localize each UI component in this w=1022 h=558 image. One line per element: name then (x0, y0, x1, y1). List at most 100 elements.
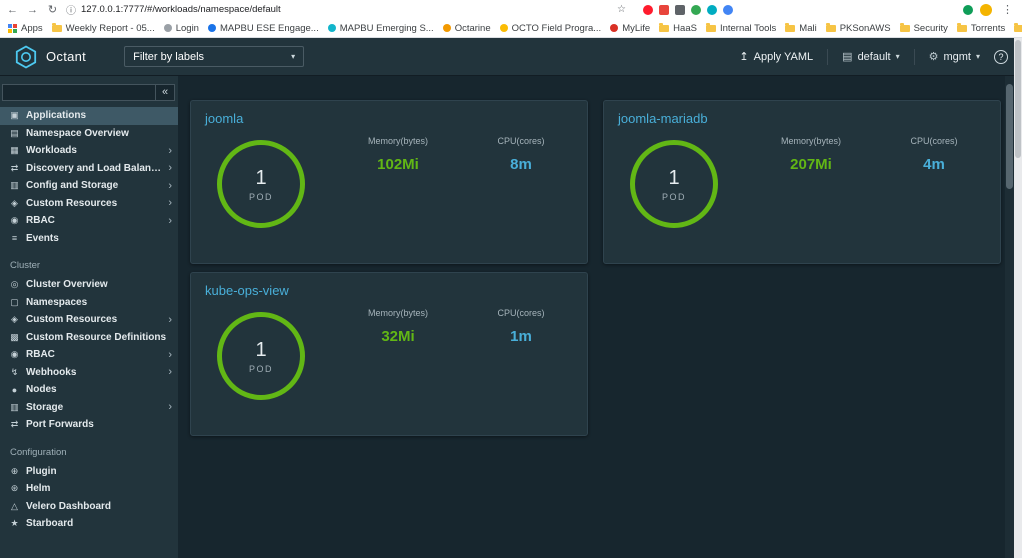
sidebar-collapse-button[interactable]: « (155, 84, 175, 101)
extension-icon[interactable] (707, 4, 717, 15)
bookmark-weekly-report-05[interactable]: Weekly Report - 05... (51, 22, 155, 34)
bookmark-mapbu-emerging-s[interactable]: MAPBU Emerging S... (327, 22, 434, 34)
bookmark-apps[interactable]: Apps (8, 23, 43, 34)
favicon (327, 24, 336, 32)
sidebar-item-helm[interactable]: ⊛ Helm (0, 480, 178, 498)
memory-label: Memory(bytes) (780, 136, 841, 146)
sidebar-item-events[interactable]: ≡ Events (0, 230, 178, 248)
sidebar-item-velero-dashboard[interactable]: △ Velero Dashboard (0, 498, 178, 516)
starboard-icon: ★ (10, 518, 19, 529)
back-icon[interactable]: ← (6, 4, 19, 16)
sidebar-item-label: Plugin (26, 465, 57, 477)
apply-yaml-label: Apply YAML (753, 50, 814, 63)
workload-card-title[interactable]: kube-ops-view (205, 283, 573, 298)
sidebar-item-applications[interactable]: ▣ Applications (0, 107, 178, 125)
bookmark-internal-tools[interactable]: Internal Tools (705, 22, 776, 34)
bookmark-mapbu-ese-engage[interactable]: MAPBU ESE Engage... (207, 23, 319, 34)
pod-donut-chart: 1 POD (630, 140, 718, 228)
bookmark-octarine[interactable]: Octarine (442, 23, 491, 34)
sidebar-item-port-forwards[interactable]: ⇄ Port Forwards (0, 416, 178, 434)
sidebar-item-cluster-overview[interactable]: ◎ Cluster Overview (0, 276, 178, 294)
sidebar-filter-input[interactable] (2, 84, 155, 101)
bookmark-star-icon[interactable]: ☆ (617, 4, 626, 15)
filter-by-labels-select[interactable]: Filter by labels ▾ (124, 46, 305, 67)
extension-icon[interactable] (659, 4, 669, 15)
sidebar-item-plugin[interactable]: ⊕ Plugin (0, 463, 178, 481)
bookmark-octo-field-progra[interactable]: OCTO Field Progra... (499, 23, 601, 34)
sidebar-item-namespaces[interactable]: ▢ Namespaces (0, 294, 178, 312)
sidebar-item-label: Custom Resources (26, 314, 118, 326)
sidebar-item-label: Storage (26, 401, 64, 413)
upload-icon: ↥ (739, 51, 749, 63)
sidebar-item-webhooks[interactable]: ↯ Webhooks › (0, 364, 178, 382)
sidebar-item-custom-resource-definitions[interactable]: ▩ Custom Resource Definitions (0, 329, 178, 347)
app-name: Octant (46, 49, 87, 64)
sidebar-item-namespace-overview[interactable]: ▤ Namespace Overview (0, 125, 178, 143)
bookmark-login[interactable]: Login (163, 22, 199, 34)
extension-icon[interactable] (691, 4, 701, 15)
sidebar-item-custom-resources[interactable]: ◈ Custom Resources › (0, 195, 178, 213)
context-icon: ⚙ (928, 51, 939, 63)
browser-toolbar: ← → ↻ ⓘ 127.0.0.1:7777/#/workloads/names… (0, 0, 1022, 19)
nodes-icon: ● (11, 384, 18, 395)
sidebar-item-storage[interactable]: ▥ Storage › (0, 399, 178, 417)
bookmarks-bar: Apps Weekly Report - 05... Login MAPBU ESE … (0, 19, 1022, 38)
bookmark-label: PKSonAWS (839, 22, 891, 34)
extension-icon[interactable] (723, 4, 733, 15)
octant-header: Octant Filter by labels ▾ ↥ Apply YAML ▤… (0, 38, 1022, 76)
chevron-right-icon: › (168, 313, 172, 326)
sidebar-item-custom-resources[interactable]: ◈ Custom Resources › (0, 311, 178, 329)
help-icon: ? (998, 51, 1004, 62)
bookmark-mylife[interactable]: MyLife (610, 23, 650, 34)
sidebar-item-nodes[interactable]: ● Nodes (0, 381, 178, 399)
extension-icon[interactable] (963, 4, 973, 15)
sidebar-item-rbac[interactable]: ◉ RBAC › (0, 346, 178, 364)
content-scrollbar[interactable] (1005, 76, 1014, 558)
extension-icon[interactable] (675, 4, 685, 15)
forward-icon[interactable]: → (26, 4, 39, 16)
folder-icon (899, 22, 910, 32)
bookmark-label: MyLife (622, 22, 651, 34)
context-dropdown[interactable]: ⚙ mgmt ▾ (928, 50, 980, 64)
workload-card-kube-ops-view: kube-ops-view 1 POD Memory(bytes) 32Mi CPU(co… (190, 272, 588, 436)
extension-icon[interactable] (643, 4, 653, 15)
address-bar[interactable]: ⓘ 127.0.0.1:7777/#/workloads/namespace/d… (66, 2, 626, 17)
bookmark-label: Login (175, 22, 199, 34)
page-info-icon[interactable]: ⓘ (66, 2, 76, 17)
cpu-value: 4m (923, 156, 945, 173)
apply-yaml-button[interactable]: ↥ Apply YAML (739, 50, 814, 64)
bookmark-label: MAPBU Emerging S... (339, 22, 434, 34)
workload-card-title[interactable]: joomla-mariadb (618, 111, 986, 126)
chevron-down-icon: ▾ (975, 52, 980, 61)
sidebar-item-rbac[interactable]: ◉ RBAC › (0, 212, 178, 230)
namespace-dropdown[interactable]: ▤ default ▾ (842, 50, 899, 64)
bookmark-security[interactable]: Security (899, 22, 948, 34)
sidebar-item-starboard[interactable]: ★ Starboard (0, 515, 178, 533)
browser-menu-icon[interactable]: ⋮ (999, 3, 1016, 16)
workload-card-body: 1 POD Memory(bytes) 32Mi CPU(cores) 1m (205, 304, 573, 400)
memory-value: 32Mi (381, 328, 415, 345)
folder-icon (956, 22, 967, 32)
plugin-icon: ⊕ (10, 465, 19, 476)
help-button[interactable]: ? (994, 49, 1008, 64)
browser-scrollbar[interactable] (1014, 38, 1022, 558)
folder-icon (705, 22, 716, 32)
chevron-right-icon: › (168, 366, 172, 379)
content-scrollbar-thumb[interactable] (1006, 84, 1013, 189)
reload-icon[interactable]: ↻ (46, 3, 59, 16)
namespace-value: default (857, 50, 891, 63)
bookmark-torrents[interactable]: Torrents (956, 22, 1005, 34)
workload-card-title[interactable]: joomla (205, 111, 573, 126)
workloads-icon: ▦ (10, 145, 19, 156)
sidebar-item-discovery-and-load-balancing[interactable]: ⇄ Discovery and Load Balancing › (0, 160, 178, 178)
chevron-right-icon: › (168, 162, 172, 175)
sidebar-item-config-and-storage[interactable]: ▥ Config and Storage › (0, 177, 178, 195)
bookmark-vmware-sites[interactable]: VMware Sites (1014, 22, 1022, 34)
browser-scrollbar-thumb[interactable] (1015, 40, 1021, 158)
resources-icon: ◈ (11, 314, 18, 325)
profile-avatar[interactable] (980, 3, 992, 16)
bookmark-haas[interactable]: HaaS (659, 22, 697, 34)
bookmark-pksonaws[interactable]: PKSonAWS (825, 22, 891, 34)
sidebar-item-workloads[interactable]: ▦ Workloads › (0, 142, 178, 160)
bookmark-mali[interactable]: Mali (785, 22, 817, 34)
